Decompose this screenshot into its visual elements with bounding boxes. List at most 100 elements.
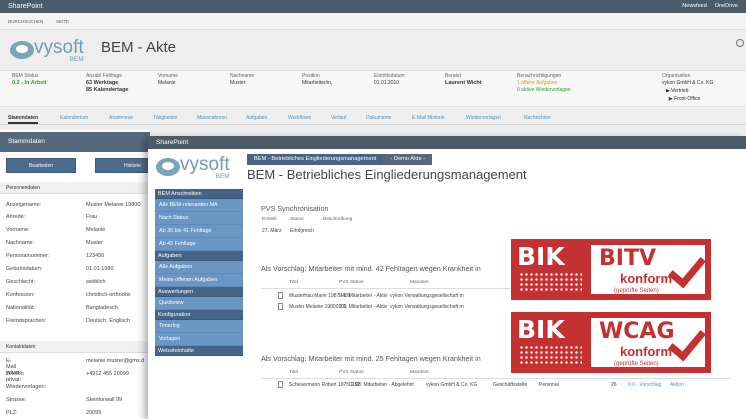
tab-nachrichten[interactable]: Nachrichten — [524, 115, 551, 121]
eintritt-value: 01.01.2010 — [374, 80, 400, 86]
page-tab[interactable]: SEITE — [56, 19, 69, 24]
badge-word: BITV — [599, 246, 656, 271]
nav-item[interactable]: Alle Aufgaben — [155, 261, 243, 274]
badge-konform: konform — [620, 344, 672, 359]
section-title: Als Vorschlag: Mitarbeiter mit mind. 42 … — [261, 264, 481, 273]
berater-label: Berater — [445, 73, 462, 79]
tab-taetigkeiten[interactable]: Tätigkeiten — [153, 115, 177, 121]
newsfeed-link[interactable]: Newsfeed — [682, 3, 706, 9]
table-cell: 2.1: Mitarbeiter - Aktiv — [339, 304, 388, 310]
crumb-current: - Demo Akte - — [383, 154, 433, 165]
crumb-active[interactable]: BEM - Betriebliches Eingliederungsmanage… — [247, 154, 384, 165]
braille-dots-icon — [519, 272, 582, 291]
nav-item[interactable]: Ab 30 bis 41 Fehltage — [155, 225, 243, 238]
contact-section: Kontaktdaten — [0, 341, 150, 353]
document-icon — [278, 292, 283, 299]
window-page-title: BEM - Betriebliches Eingliederungsmanage… — [247, 167, 527, 182]
tab-anamnese[interactable]: Anamnese — [109, 115, 133, 121]
nachname-label: Nachname — [230, 73, 255, 79]
breadcrumb: BEM - Betriebliches Eingliederungsmanage… — [247, 154, 433, 165]
table-cell: vykon GmbH & Co. KG — [426, 382, 478, 388]
column-header: Mandant — [410, 280, 429, 285]
position-value: Mitarbeiter/in, — [302, 80, 333, 86]
sync-title: PVS Synchronisation — [261, 204, 329, 213]
action-link[interactable]: Aktion — [670, 382, 684, 388]
cup-icon — [10, 41, 34, 59]
checkmark-icon — [668, 248, 706, 289]
personal-section: Personendaten — [0, 182, 150, 194]
org-tree: ▶ Vertrieb ▶ Front-Office — [666, 87, 700, 103]
column-header: Titel — [289, 280, 298, 285]
left-navigation: BEM Anschreiben Alle BEM-relevanten MA N… — [155, 189, 243, 419]
stammdaten-panel: Stammdaten Bearbeiten Historie Personend… — [0, 130, 170, 419]
vorname-value: Melanie — [158, 80, 176, 86]
table-cell: 2.98: Mitarbeiter - Abgelehnt — [351, 382, 414, 388]
tab-aufgaben[interactable]: Aufgaben — [246, 115, 267, 121]
nav-item[interactable]: Vorlagen — [155, 333, 243, 346]
logo-sub: BEM — [69, 56, 84, 63]
column-header: PVS Status — [339, 370, 364, 375]
table-cell: vykon Verwaltungsgesellschaft m — [390, 293, 464, 299]
nav-group[interactable]: Aufgaben — [155, 251, 243, 261]
fehltage-label: Anzahl Fehltage — [86, 73, 123, 79]
tab-stammdaten[interactable]: Stammdaten — [8, 115, 39, 124]
sharepoint-top-bar: SharePoint Newsfeed OneDrive — [0, 0, 746, 13]
nav-group[interactable]: Konfiguration — [155, 310, 243, 320]
onedrive-link[interactable]: OneDrive — [715, 3, 738, 9]
table-cell[interactable]: Scheuermann Robert 19750102 — [289, 382, 360, 388]
open-tasks-link[interactable]: 1 offene Aufgaben — [517, 80, 571, 87]
nav-group[interactable]: Auswertungen — [155, 287, 243, 297]
nav-item[interactable]: Meine offenen Aufgaben — [155, 274, 243, 287]
tab-kalenderium[interactable]: Kalenderium — [60, 115, 88, 121]
nav-item[interactable]: Nach Status — [155, 212, 243, 225]
bitv-badge: BIK BITV konform (geprüfte Seiten) — [511, 239, 711, 300]
tab-email-history[interactable]: E-Mail Historie — [412, 115, 445, 121]
org-value: vykon GmbH & Co. KG — [662, 80, 714, 86]
sync-col: Erstellt — [262, 217, 277, 222]
nachname-value: Muster — [230, 80, 246, 86]
tab-dokumente[interactable]: Dokumente — [366, 115, 392, 121]
position-label: Position — [302, 73, 320, 79]
nav-item[interactable]: Alle BEM-relevanten MA — [155, 199, 243, 212]
eintritt-label: Eintrittsdatum — [374, 73, 405, 79]
nav-item[interactable]: Timerlog — [155, 320, 243, 333]
status-link[interactable]: 0.0 - Vorschlag — [628, 382, 661, 388]
vorname-label: Vorname — [158, 73, 179, 79]
badge-panel: WCAG konform (geprüfte Seiten) — [589, 316, 707, 369]
nav-group[interactable]: Websiteinhalte — [155, 346, 243, 356]
search-tab[interactable]: DURCHSUCHEN — [8, 19, 43, 24]
vysoft-logo: vysoft BEM — [10, 37, 84, 63]
werktage: 63 Werktage — [86, 80, 119, 86]
table-cell: Geschäftsstelle — [493, 382, 528, 388]
nav-item[interactable]: Ab 42 Fehltage — [155, 238, 243, 251]
window-content: PVS Synchronisation Erstellt Status Besc… — [250, 191, 746, 419]
badge-konform: konform — [620, 271, 672, 286]
nav-group[interactable]: BEM Anschreiben — [155, 189, 243, 199]
main-tabs: Stammdaten Kalenderium Anamnese Tätigkei… — [0, 111, 746, 125]
org-tree-item[interactable]: ▶ Front-Office — [666, 95, 701, 103]
document-icon — [278, 303, 283, 310]
top-links: Newsfeed OneDrive — [682, 3, 738, 9]
table-cell: 2.1: Mitarbeiter - Aktiv — [339, 293, 388, 299]
page-title: BEM - Akte — [101, 39, 177, 56]
divider — [261, 288, 521, 289]
badge-sub: (geprüfte Seiten) — [614, 288, 659, 294]
nav-item[interactable]: Quickview — [155, 297, 243, 310]
edit-button[interactable]: Bearbeiten — [6, 158, 76, 173]
org-tree-item[interactable]: ▶ Vertrieb — [666, 87, 700, 95]
cup-icon — [156, 158, 180, 176]
document-icon — [278, 381, 283, 388]
reminders-link[interactable]: 0 aktive Wiedervorlagen — [517, 87, 571, 94]
tab-massnahmen[interactable]: Massnahmen — [197, 115, 227, 121]
table-cell: Personal — [539, 382, 559, 388]
gear-icon[interactable] — [736, 39, 744, 47]
badge-sub: (geprüfte Seiten) — [614, 361, 659, 367]
tab-verlauf[interactable]: Verlauf — [331, 115, 347, 121]
sync-col: Status — [290, 217, 304, 222]
badge-panel: BITV konform (geprüfte Seiten) — [589, 243, 707, 296]
tab-workflows[interactable]: Workflows — [288, 115, 311, 121]
tab-wiedervorlagen[interactable]: Wiedervorlagen — [466, 115, 501, 121]
badge-word: WCAG — [599, 319, 675, 344]
kalendertage: 85 Kalendertage — [86, 87, 129, 93]
sync-col: Beschreibung — [323, 217, 353, 222]
